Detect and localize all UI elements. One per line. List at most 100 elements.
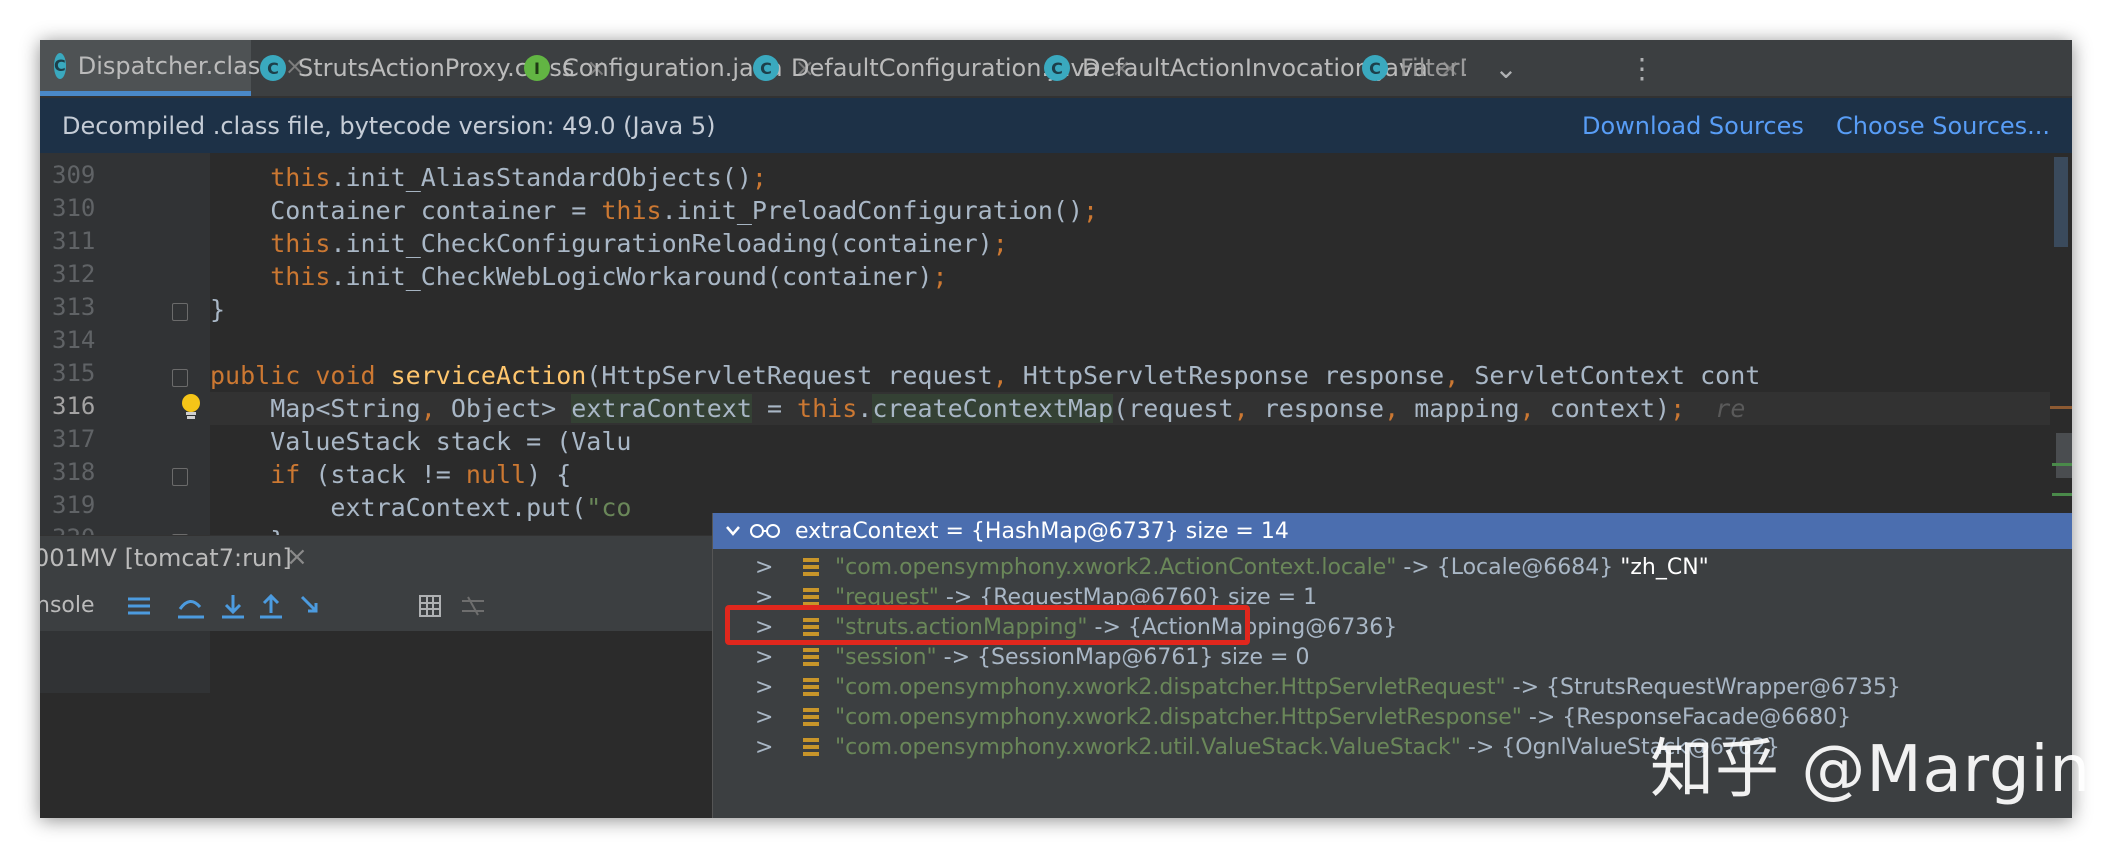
expand-arrow-icon[interactable]: > (755, 735, 773, 760)
stripe-marker (2056, 433, 2072, 478)
fold-marker-icon[interactable] (172, 369, 188, 387)
tab-filterd[interactable]: C FilterD (1362, 40, 1478, 96)
tab-list-chevron-icon[interactable]: ⌄ (1466, 40, 1546, 96)
tree-row[interactable]: > "com.opensymphony.xwork2.dispatcher.Ht… (713, 672, 2072, 702)
code-line-315[interactable]: public void serviceAction(HttpServletReq… (210, 359, 2072, 392)
keyword: this (270, 229, 331, 258)
keyword: null (465, 460, 527, 489)
tab-dispatcher-class[interactable]: C Dispatcher.class × (40, 40, 305, 96)
code-line-317[interactable]: ValueStack stack = (Valu (210, 425, 2072, 458)
method-name: serviceAction (390, 361, 587, 390)
stripe-marker (2052, 493, 2072, 496)
red-annotation-box (725, 605, 1250, 645)
code-text: (HttpServletRequest request (586, 361, 993, 390)
string-literal: "co (586, 493, 632, 522)
code-text: ValueStack stack = (Valu (270, 427, 632, 456)
download-sources-link[interactable]: Download Sources (1582, 112, 1804, 140)
evaluate-expression-icon[interactable] (419, 595, 441, 617)
field-icon (803, 558, 819, 576)
comma: , (1233, 394, 1264, 423)
choose-sources-link[interactable]: Choose Sources... (1836, 112, 2050, 140)
code-text: context) (1549, 394, 1671, 423)
code-text: ServletContext cont (1474, 361, 1761, 390)
code-line-310[interactable]: Container container = this.init_PreloadC… (210, 194, 2072, 227)
tab-label: Dispatcher.class (77, 51, 273, 80)
comma: , (1384, 394, 1415, 423)
step-into-icon[interactable] (222, 595, 244, 619)
close-icon[interactable]: × (286, 542, 308, 572)
tree-row[interactable]: > "com.opensymphony.xwork2.ActionContext… (713, 552, 2072, 582)
code-text: HttpServletResponse response (1022, 361, 1445, 390)
popup-header-row[interactable]: extraContext = {HashMap@6737} size = 14 (713, 513, 2072, 549)
popup-header-text: extraContext = {HashMap@6737} size = 14 (795, 518, 1289, 544)
stripe-marker (2052, 463, 2072, 466)
run-to-cursor-icon[interactable] (300, 595, 318, 613)
method-highlight: createContextMap (872, 394, 1114, 423)
run-tool-window-tab[interactable]: 001MV [tomcat7:run] × (40, 535, 712, 582)
expand-arrow-icon[interactable]: > (755, 645, 773, 670)
keyword: if (270, 460, 301, 489)
semicolon: ; (992, 229, 1008, 258)
banner-text: Decompiled .class file, bytecode version… (62, 111, 716, 140)
code-text: . (857, 394, 873, 423)
interface-icon: I (524, 55, 550, 81)
code-line-312[interactable]: this.init_CheckWebLogicWorkaround(contai… (210, 260, 2072, 293)
keyword: this (270, 163, 331, 192)
semicolon: ; (932, 262, 948, 291)
show-execution-point-icon[interactable] (128, 597, 150, 615)
code-line-313[interactable]: } (210, 293, 2072, 326)
field-icon (803, 648, 819, 666)
keyword: this (797, 394, 858, 423)
fold-marker-icon[interactable] (172, 468, 188, 486)
decompiled-banner: Decompiled .class file, bytecode version… (40, 98, 2072, 153)
code-text: .init_AliasStandardObjects() (330, 163, 752, 192)
step-out-icon[interactable] (260, 593, 282, 619)
comma: , (1519, 394, 1550, 423)
console-tab-label[interactable]: nsole (40, 593, 95, 618)
class-icon: C (54, 52, 66, 79)
field-icon (803, 678, 819, 696)
code-text: (stack != (300, 460, 466, 489)
scroll-thumb[interactable] (2054, 157, 2068, 247)
semicolon: ; (751, 163, 767, 192)
expand-arrow-icon[interactable]: > (755, 555, 773, 580)
class-icon: C (753, 55, 779, 81)
stripe-marker (2050, 406, 2072, 409)
semicolon: ; (1083, 196, 1099, 225)
line-number: 318 (52, 458, 96, 486)
run-config-label: 001MV [tomcat7:run] (40, 544, 292, 572)
expand-arrow-icon[interactable]: > (755, 705, 773, 730)
trace-icon[interactable] (462, 596, 484, 616)
line-number: 310 (52, 194, 96, 222)
field-icon (803, 588, 819, 606)
ide-window: C Dispatcher.class × C StrutsActionProxy… (40, 40, 2072, 818)
editor-tab-bar: C Dispatcher.class × C StrutsActionProxy… (40, 40, 2072, 98)
code-line-309[interactable]: this.init_AliasStandardObjects(); (210, 161, 2072, 194)
class-icon: C (1362, 55, 1388, 81)
line-number: 317 (52, 425, 96, 453)
code-line-318[interactable]: if (stack != null) { (210, 458, 2072, 491)
semicolon: ; (1670, 394, 1686, 423)
collapse-arrow-icon[interactable] (725, 524, 741, 538)
tree-row[interactable]: > "session" -> {SessionMap@6761} size = … (713, 642, 2072, 672)
row-text: "com.opensymphony.xwork2.util.ValueStack… (835, 734, 1780, 760)
class-icon: C (1044, 55, 1070, 81)
line-number: 313 (52, 293, 96, 321)
code-line-316[interactable]: Map<String, Object> extraContext = this.… (210, 392, 2072, 425)
lightbulb-icon[interactable] (180, 393, 204, 423)
code-line-311[interactable]: this.init_CheckConfigurationReloading(co… (210, 227, 2072, 260)
more-tabs-icon[interactable]: ⋮ (1622, 40, 1662, 96)
line-number: 312 (52, 260, 96, 288)
comma: , (992, 361, 1023, 390)
fold-marker-icon[interactable] (172, 303, 188, 321)
debug-toolbar: nsole (40, 581, 712, 631)
expand-arrow-icon[interactable]: > (755, 675, 773, 700)
keyword: this (601, 196, 662, 225)
extra-actions (419, 595, 484, 617)
comma: , (420, 394, 451, 423)
row-text: "com.opensymphony.xwork2.dispatcher.Http… (835, 674, 1901, 700)
code-text: Object> (450, 394, 572, 423)
keyword: public void (210, 361, 391, 390)
step-over-icon[interactable] (178, 600, 204, 619)
error-stripe[interactable] (2050, 153, 2072, 533)
